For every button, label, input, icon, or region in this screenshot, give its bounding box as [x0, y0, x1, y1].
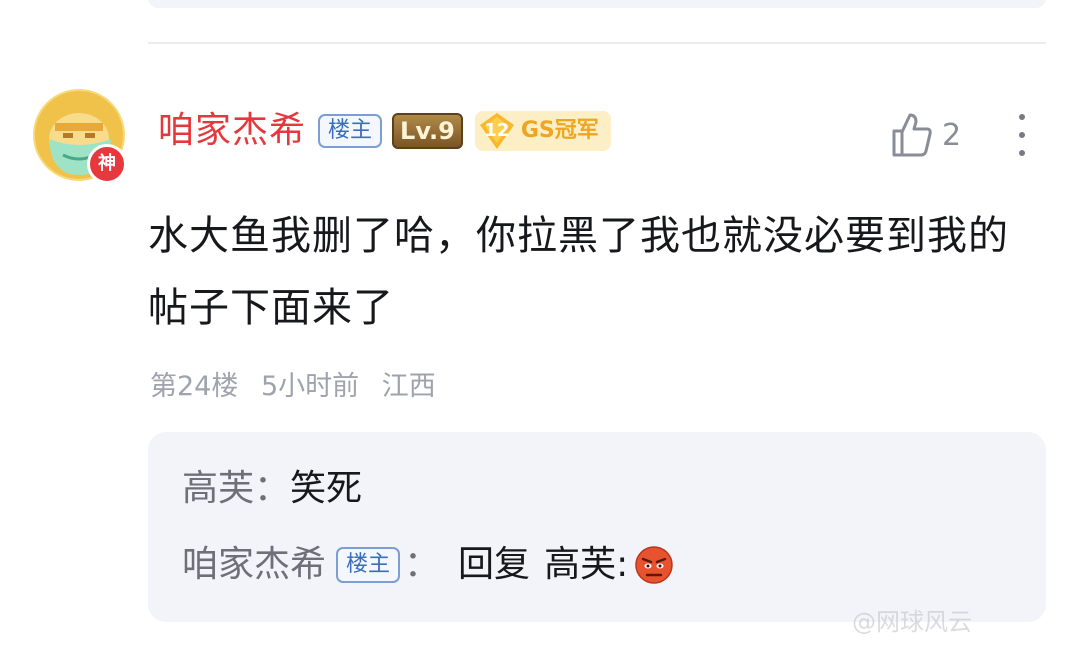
like-button[interactable]: 2: [890, 110, 961, 160]
level-badge: Lv.9: [392, 113, 463, 149]
reply-word: 回复: [458, 544, 531, 585]
comment-divider: [148, 42, 1046, 44]
post-time: 5小时前: [260, 371, 360, 402]
comment-header: 咱家杰希 楼主 Lv.9 12 GS冠军: [158, 108, 611, 154]
sub-reply-item[interactable]: 高芙 ： 笑死: [182, 466, 362, 512]
sub-reply-item[interactable]: 咱家杰希 楼主 ： 回复 高芙 :: [182, 542, 674, 588]
more-options-button[interactable]: [1010, 112, 1034, 158]
angry-face-emoji-icon: [635, 546, 673, 584]
reply-target[interactable]: 高芙: [544, 542, 616, 588]
sub-replies-box[interactable]: 高芙 ： 笑死 咱家杰希 楼主 ： 回复 高芙 :: [148, 432, 1046, 622]
more-vertical-icon: [1019, 114, 1025, 120]
more-dot: [1019, 150, 1025, 156]
author-name[interactable]: 咱家杰希: [158, 108, 306, 154]
champion-badge: 12 GS冠军: [474, 111, 611, 151]
owner-tag: 楼主: [318, 114, 383, 148]
ip-location: 江西: [381, 371, 436, 402]
comment-screen: 神 咱家杰希 楼主 Lv.9 12 GS冠军 2 水大鱼我删了哈，你拉黑了我也就…: [0, 0, 1080, 649]
watermark: @网球风云: [852, 608, 972, 636]
champion-label: GS冠军: [520, 118, 599, 143]
comment-content[interactable]: 水大鱼我删了哈，你拉黑了我也就没必要到我的帖子下面来了: [148, 200, 1048, 344]
sub-reply-text: 笑死: [290, 468, 363, 509]
champion-number: 12: [484, 120, 510, 141]
sub-reply-separator: ：: [404, 544, 441, 585]
previous-reply-box: [148, 0, 1046, 8]
like-count: 2: [942, 117, 962, 153]
comment-meta: 第24楼 5小时前 江西: [150, 364, 450, 403]
sub-reply-author[interactable]: 高芙: [182, 466, 254, 512]
thumbs-up-icon: [892, 113, 932, 157]
reply-target-separator: :: [616, 544, 629, 585]
god-badge: 神: [87, 144, 127, 184]
floor-number: 第24楼: [150, 371, 239, 402]
sub-reply-separator: ：: [254, 468, 291, 509]
sub-reply-author[interactable]: 咱家杰希: [182, 542, 326, 588]
owner-tag: 楼主: [336, 547, 401, 583]
more-dot: [1019, 132, 1025, 138]
